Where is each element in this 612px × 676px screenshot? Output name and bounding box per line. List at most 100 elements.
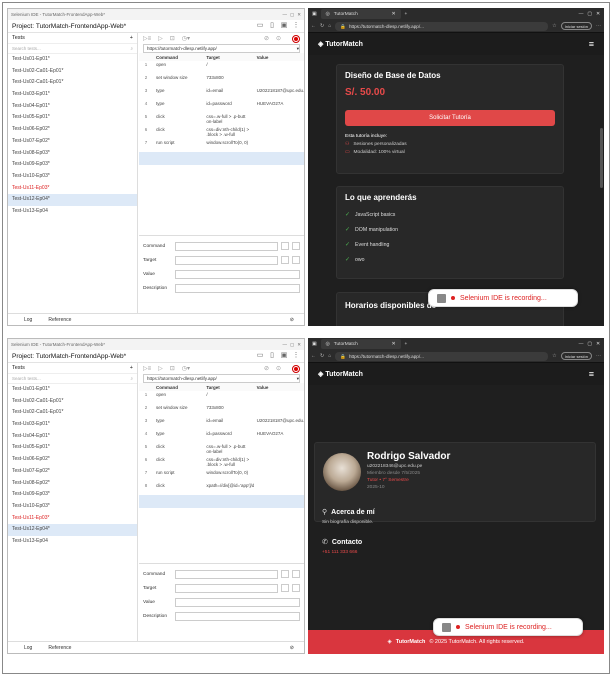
save-project-icon[interactable]: ▣ — [280, 22, 288, 30]
maximize-icon[interactable]: ▢ — [290, 342, 294, 348]
test-item[interactable]: Test-Us01-Ep01* — [8, 54, 137, 66]
command-row[interactable]: 3 type id=email U202218187@upc.edu.pe — [139, 87, 304, 100]
record-button[interactable] — [292, 34, 300, 43]
command-row[interactable]: 7 run script window.scrollTo(0, 0) — [139, 139, 304, 152]
step-icon[interactable]: ⊡ — [170, 365, 175, 372]
test-item[interactable]: Test-Us03-Ep01* — [8, 89, 137, 101]
test-item[interactable]: Test-Us07-Ep02* — [8, 136, 137, 148]
command-row[interactable]: 4 type id=password HUEVAO27A — [139, 100, 304, 113]
test-item[interactable]: Test-Us02-Ca01-Ep01* — [8, 77, 137, 89]
close-icon[interactable]: ✕ — [596, 342, 600, 347]
menu-dots-icon[interactable]: ⋯ — [596, 353, 601, 359]
command-row[interactable]: 7 run script window.scrollTo(0, 0) — [139, 469, 304, 482]
close-icon[interactable]: ✕ — [596, 12, 600, 17]
pause-icon[interactable]: ⊙ — [276, 365, 281, 372]
search-tests-input[interactable]: Search tests... — [12, 46, 41, 51]
new-tab-icon[interactable]: + — [405, 342, 408, 347]
tab-log[interactable]: Log — [18, 642, 39, 653]
test-item[interactable]: Test-Us05-Ep01* — [8, 442, 137, 454]
star-icon[interactable]: ☆ — [552, 23, 556, 29]
tests-dropdown[interactable]: Tests — [12, 35, 25, 41]
maximize-icon[interactable]: ▢ — [587, 12, 592, 17]
command-row[interactable]: 5 click css=.w-full > .p-butt on-label — [139, 113, 304, 126]
back-icon[interactable]: ← — [311, 23, 316, 29]
request-tutoring-button[interactable]: Solicitar Tutoría — [345, 110, 555, 126]
back-icon[interactable]: ← — [311, 353, 316, 359]
test-item[interactable]: Test-Us04-Ep01* — [8, 101, 137, 113]
close-icon[interactable]: ✕ — [297, 12, 301, 18]
test-item[interactable]: Test-Us06-Ep02* — [8, 454, 137, 466]
search-tests-input[interactable]: Search tests... — [12, 376, 41, 381]
home-icon[interactable]: ⌂ — [328, 353, 331, 359]
more-icon[interactable]: ⋮ — [292, 22, 300, 30]
command-row[interactable]: 2 set window size 733x800 — [139, 404, 304, 417]
value-input[interactable] — [175, 597, 300, 607]
command-toggle-icon[interactable] — [281, 570, 289, 578]
command-open-icon[interactable] — [292, 242, 300, 250]
test-item[interactable]: Test-Us10-Ep03* — [8, 171, 137, 183]
new-command-row[interactable] — [139, 495, 304, 508]
close-icon[interactable]: ✕ — [297, 342, 301, 348]
add-test-icon[interactable]: + — [130, 35, 133, 41]
hamburger-icon[interactable]: ≡ — [589, 39, 594, 49]
new-tab-icon[interactable]: + — [405, 12, 408, 17]
test-item[interactable]: Test-Us02-Ca01-Ep01* — [8, 407, 137, 419]
tab-tutormatch[interactable]: ◎ TutorMatch ✕ — [320, 9, 401, 19]
command-input[interactable] — [175, 569, 278, 579]
disable-breakpoints-icon[interactable]: ⊘ — [264, 35, 269, 42]
window-menu-icon[interactable]: ▣ — [312, 12, 317, 17]
command-row[interactable]: 5 click css=.w-full > .p-butt on-label — [139, 443, 304, 456]
test-item[interactable]: Test-Us09-Ep03* — [8, 489, 137, 501]
command-row[interactable]: 6 click css=div:nth-child(1) > .block > .w… — [139, 456, 304, 469]
test-item[interactable]: Test-Us09-Ep03* — [8, 159, 137, 171]
clear-log-icon[interactable]: ⊘ — [280, 645, 304, 651]
test-item[interactable]: Test-Us04-Ep01* — [8, 431, 137, 443]
test-item[interactable]: Test-Us03-Ep01* — [8, 419, 137, 431]
test-item[interactable]: Test-Us02-Ca01-Ep01* — [8, 396, 137, 408]
test-item[interactable]: Test-Us01-Ep01* — [8, 384, 137, 396]
base-url-field[interactable]: https://tutormatch-dlesp.netlify.app/ ▾ — [143, 44, 300, 53]
record-button[interactable] — [292, 364, 300, 373]
test-item[interactable]: Test-Us05-Ep01* — [8, 112, 137, 124]
tab-close-icon[interactable]: ✕ — [392, 12, 396, 17]
new-project-icon[interactable]: ▭ — [256, 22, 264, 30]
target-find-icon[interactable] — [292, 584, 300, 592]
minimize-icon[interactable]: — — [282, 342, 287, 347]
target-select-icon[interactable] — [281, 584, 289, 592]
command-row[interactable]: 1 open / — [139, 391, 304, 404]
test-item[interactable]: Test-Us11-Ep03* — [8, 513, 137, 525]
target-select-icon[interactable] — [281, 256, 289, 264]
base-url-field[interactable]: https://tutormatch-dlesp.netlify.app/ ▾ — [143, 374, 300, 383]
speed-icon[interactable]: ◷▾ — [182, 365, 190, 372]
tab-reference[interactable]: Reference — [38, 317, 81, 323]
command-row[interactable]: 6 click css=div:nth-child(1) > .block > .w… — [139, 126, 304, 139]
maximize-icon[interactable]: ▢ — [587, 342, 592, 347]
disable-breakpoints-icon[interactable]: ⊘ — [264, 365, 269, 372]
menu-dots-icon[interactable]: ⋯ — [596, 23, 601, 29]
brand-name[interactable]: TutorMatch — [325, 371, 363, 378]
new-project-icon[interactable]: ▭ — [256, 352, 264, 360]
home-icon[interactable]: ⌂ — [328, 23, 331, 29]
test-item[interactable]: Test-Us07-Ep02* — [8, 466, 137, 478]
minimize-icon[interactable]: — — [579, 12, 584, 17]
address-bar[interactable]: 🔒 https://tutormatch-dlesp.netlify.app/..… — [335, 21, 549, 31]
save-project-icon[interactable]: ▣ — [280, 352, 288, 360]
open-project-icon[interactable]: ▯ — [268, 352, 276, 360]
address-bar[interactable]: 🔒 https://tutormatch-dlesp.netlify.app/..… — [335, 351, 549, 361]
tests-dropdown[interactable]: Tests — [12, 365, 25, 371]
test-item[interactable]: Test-Us06-Ep02* — [8, 124, 137, 136]
more-icon[interactable]: ⋮ — [292, 352, 300, 360]
test-item[interactable]: Test-Us10-Ep03* — [8, 501, 137, 513]
clear-log-icon[interactable]: ⊘ — [280, 317, 304, 323]
test-item[interactable]: Test-Us13-Ep04 — [8, 536, 137, 548]
tab-reference[interactable]: Reference — [38, 645, 81, 651]
add-test-icon[interactable]: + — [130, 365, 133, 371]
signin-button[interactable]: Iniciar sesión — [560, 22, 592, 30]
test-item[interactable]: Test-Us12-Ep04* — [8, 524, 137, 536]
url-dropdown-icon[interactable]: ▾ — [297, 45, 299, 52]
command-input[interactable] — [175, 241, 278, 251]
brand-name[interactable]: TutorMatch — [325, 41, 363, 48]
command-open-icon[interactable] — [292, 570, 300, 578]
signin-button[interactable]: Iniciar sesión — [560, 352, 592, 360]
project-name[interactable]: TutorMatch-FrontendApp-Web* — [36, 353, 126, 360]
